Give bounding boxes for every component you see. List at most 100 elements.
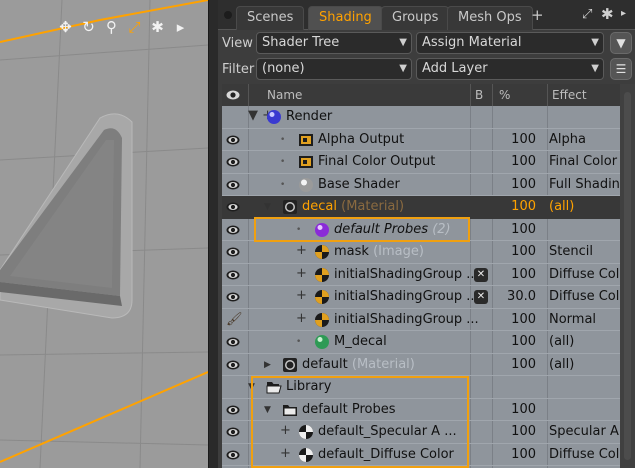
column-name[interactable]: Name <box>267 88 302 102</box>
add-layer-dropdown[interactable]: Add Layer ▼ <box>416 58 604 80</box>
list-options-button[interactable]: ☰ <box>610 58 632 80</box>
expand-plus-icon[interactable]: + <box>280 446 291 462</box>
row-effect[interactable]: Full Shading <box>549 177 619 192</box>
row-effect[interactable]: Diffuse Color <box>549 289 619 304</box>
eye-icon[interactable] <box>226 178 240 192</box>
tree-row[interactable]: • default Probes (2) 100 <box>222 219 620 241</box>
row-opacity[interactable]: 100 <box>498 267 552 282</box>
row-opacity[interactable]: 100 <box>498 177 552 192</box>
row-effect[interactable]: Final Color <box>549 154 619 169</box>
row-effect[interactable]: Diffuse Color <box>549 267 619 282</box>
expand-plus-icon[interactable]: + <box>280 423 291 439</box>
expanded-triangle-icon[interactable]: ▼ <box>248 382 255 392</box>
row-effect[interactable]: (all) <box>549 334 619 349</box>
tree-row[interactable]: ▶ default (Material) 100 (all) <box>222 354 620 376</box>
tab-menu-icon[interactable] <box>224 11 232 19</box>
tab-mesh-ops[interactable]: Mesh Ops <box>447 6 533 30</box>
scrollbar-thumb[interactable] <box>624 92 631 460</box>
eye-icon[interactable] <box>226 245 240 259</box>
expand-plus-icon[interactable]: + <box>296 288 307 304</box>
visibility-header-icon[interactable] <box>226 88 240 105</box>
eye-icon[interactable] <box>226 335 240 349</box>
tree-row[interactable]: 🖌 + initialShadingGroup ... 100 Normal <box>222 309 620 331</box>
add-tab-button[interactable]: + <box>531 6 544 24</box>
blend-mode-icon[interactable]: ✕ <box>474 290 488 304</box>
row-effect[interactable]: Stencil <box>549 244 619 259</box>
row-opacity[interactable]: 30.0 <box>498 289 552 304</box>
eye-icon[interactable] <box>226 155 240 169</box>
tree-row[interactable]: ▼ decal (Material) 100 (all) <box>222 196 620 219</box>
row-opacity[interactable]: 100 <box>498 244 552 259</box>
expanded-triangle-icon[interactable]: ▼ <box>264 405 271 415</box>
eye-icon[interactable] <box>226 403 240 417</box>
tree-row[interactable]: + mask (Image) 100 Stencil <box>222 241 620 264</box>
column-percent[interactable]: % <box>499 88 510 102</box>
row-effect[interactable]: (all) <box>549 357 619 372</box>
row-effect[interactable]: Normal <box>549 312 619 327</box>
eye-icon[interactable] <box>226 290 240 304</box>
eye-icon[interactable] <box>226 268 240 282</box>
zoom-icon[interactable]: ⚲ <box>103 18 120 36</box>
row-opacity[interactable]: 100 <box>498 334 552 349</box>
filter-dropdown[interactable]: (none) ▼ <box>256 58 412 80</box>
tree-row[interactable]: • Final Color Output 100 Final Color <box>222 151 620 174</box>
rotate-icon[interactable]: ↻ <box>80 18 97 36</box>
row-opacity[interactable]: 100 <box>498 222 552 237</box>
eye-icon[interactable] <box>226 133 240 147</box>
tree-row[interactable]: + default_Specular A ... 100Specular Amoun… <box>222 421 620 444</box>
tree-row[interactable]: ▼ Library <box>222 376 620 399</box>
eye-icon[interactable] <box>226 200 240 214</box>
column-effect[interactable]: Effect <box>552 88 587 102</box>
collapsed-triangle-icon[interactable]: ▶ <box>264 360 271 370</box>
expand-plus-icon[interactable]: + <box>296 311 307 327</box>
tree-row[interactable]: ▼ default Probes 100 <box>222 399 620 421</box>
gear-icon[interactable]: ✱ <box>149 18 166 36</box>
row-opacity[interactable]: 100 <box>498 312 552 327</box>
brush-icon[interactable]: 🖌 <box>226 312 243 327</box>
tab-scenes[interactable]: Scenes <box>236 6 305 30</box>
row-effect[interactable]: (all) <box>549 199 619 214</box>
tree-row[interactable]: • M_decal 100 (all) <box>222 331 620 354</box>
row-opacity[interactable]: 100 <box>498 402 552 417</box>
column-blend[interactable]: B <box>475 88 483 102</box>
eye-icon[interactable] <box>226 425 240 439</box>
blend-mode-icon[interactable]: ✕ <box>474 267 488 282</box>
tree-row[interactable]: • Alpha Output 100 Alpha <box>222 129 620 151</box>
eye-icon[interactable] <box>226 358 240 372</box>
tree-row[interactable]: + initialShadingGroup ...✕ 100Diffuse Colo… <box>222 264 620 286</box>
row-opacity[interactable]: 100 <box>498 199 552 214</box>
row-opacity[interactable]: 100 <box>498 357 552 372</box>
row-effect[interactable]: Specular Amount <box>549 424 619 439</box>
gear-icon[interactable]: ✱ <box>601 5 614 23</box>
row-effect[interactable]: Alpha <box>549 132 619 147</box>
tab-shading[interactable]: Shading <box>308 6 383 30</box>
more-arrow-icon[interactable]: ▸ <box>172 18 189 36</box>
move-icon[interactable]: ✥ <box>57 18 74 36</box>
expand-plus-icon[interactable]: + <box>296 266 307 282</box>
eye-icon[interactable] <box>226 223 240 237</box>
panel-divider[interactable] <box>208 0 218 468</box>
tree-row[interactable]: ▼ + Render <box>222 106 620 129</box>
scale-icon[interactable]: ⤢ <box>126 18 143 36</box>
row-opacity[interactable]: 100 <box>498 132 552 147</box>
row-opacity[interactable]: 100 <box>498 154 552 169</box>
assign-material-dropdown[interactable]: Assign Material ▼ <box>416 32 604 54</box>
expand-plus-icon[interactable]: + <box>296 243 307 259</box>
expand-icon[interactable]: ⤢ <box>582 7 592 22</box>
tree-scrollbar[interactable] <box>620 84 635 468</box>
view-dropdown-value: Shader Tree <box>262 35 340 50</box>
tree-row[interactable]: • Base Shader 100Full Shading <box>222 174 620 196</box>
expanded-triangle-icon[interactable]: ▼ <box>264 202 271 212</box>
tab-more-arrow-icon[interactable]: ▸ <box>621 8 626 19</box>
row-opacity[interactable]: 100 <box>498 447 552 462</box>
view-dropdown[interactable]: Shader Tree ▼ <box>256 32 412 54</box>
tree-row[interactable]: + default_Diffuse Color 100Diffuse Color <box>222 444 620 466</box>
filter-funnel-button[interactable]: ▼ <box>610 32 632 54</box>
row-opacity[interactable]: 100 <box>498 424 552 439</box>
tree-row[interactable]: + initialShadingGroup ... ✕ 30.0 Diffuse Col… <box>222 286 620 309</box>
3d-viewport[interactable]: ✥ ↻ ⚲ ⤢ ✱ ▸ <box>0 0 208 468</box>
row-name: initialShadingGroup ... <box>334 312 479 327</box>
tab-groups[interactable]: Groups <box>381 6 450 30</box>
eye-icon[interactable] <box>226 448 240 462</box>
row-effect[interactable]: Diffuse Color <box>549 447 619 462</box>
